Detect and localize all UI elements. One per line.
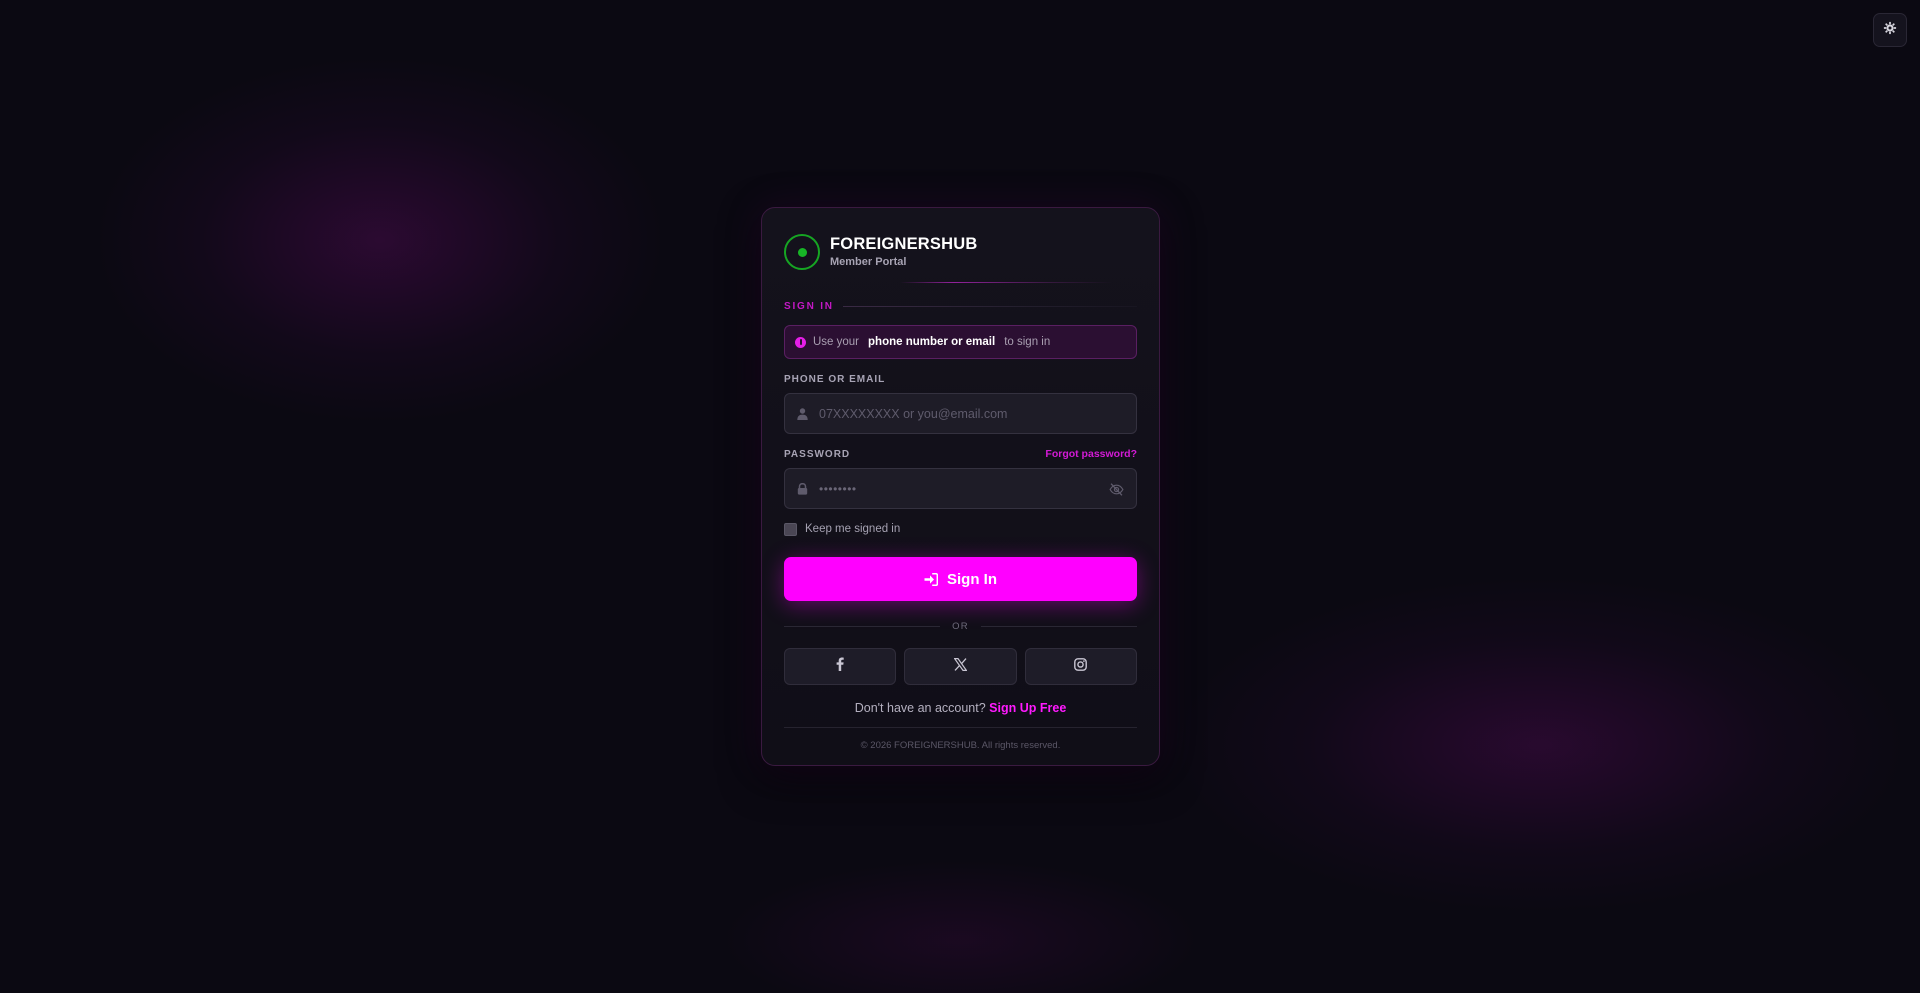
password-placeholder: •••••••• bbox=[819, 481, 857, 496]
remember-checkbox[interactable] bbox=[784, 522, 797, 536]
identifier-label: PHONE OR EMAIL bbox=[784, 374, 886, 385]
hint-prefix: Use your bbox=[813, 336, 860, 348]
background-glow bbox=[720, 860, 1200, 993]
password-group: PASSWORD Forgot password? •••••••• bbox=[784, 448, 1137, 509]
brand-header: FOREIGNERSHUB Member Portal bbox=[784, 232, 1137, 272]
identifier-group: PHONE OR EMAIL 07XXXXXXXX or you@email.c… bbox=[784, 374, 1137, 434]
identifier-placeholder: 07XXXXXXXX or you@email.com bbox=[819, 406, 1008, 421]
brand-name: FOREIGNERSHUB bbox=[830, 235, 978, 253]
identifier-field[interactable]: 07XXXXXXXX or you@email.com bbox=[784, 393, 1137, 434]
sign-in-label: Sign In bbox=[947, 570, 997, 588]
sign-in-button[interactable]: Sign In bbox=[784, 557, 1137, 601]
logo-dot bbox=[797, 247, 807, 257]
signup-link[interactable]: Sign Up Free bbox=[989, 701, 1066, 715]
facebook-login-button[interactable] bbox=[784, 648, 897, 685]
or-divider: OR bbox=[784, 620, 1137, 632]
signup-prompt: Don't have an account? Sign Up Free bbox=[784, 701, 1137, 717]
lock-icon bbox=[796, 482, 808, 495]
x-icon bbox=[953, 657, 968, 676]
sign-in-hint: Use your phone number or email to sign i… bbox=[784, 325, 1137, 359]
brand-subtitle: Member Portal bbox=[830, 256, 907, 268]
info-icon bbox=[795, 336, 806, 348]
social-login-row bbox=[784, 648, 1137, 685]
sign-in-icon bbox=[924, 572, 938, 586]
hint-suffix: to sign in bbox=[1004, 336, 1051, 348]
instagram-icon bbox=[1074, 657, 1088, 676]
eye-slash-icon[interactable] bbox=[1109, 482, 1124, 497]
divider-line bbox=[980, 625, 1137, 627]
login-card: FOREIGNERSHUB Member Portal SIGN IN Use … bbox=[761, 207, 1160, 766]
background-glow bbox=[100, 60, 660, 420]
brand-text: FOREIGNERSHUB Member Portal bbox=[830, 234, 977, 270]
user-icon bbox=[796, 407, 808, 420]
password-field[interactable]: •••••••• bbox=[784, 468, 1137, 509]
hint-emphasis: phone number or email bbox=[868, 336, 996, 348]
gear-icon bbox=[1883, 21, 1897, 40]
forgot-password-link[interactable]: Forgot password? bbox=[1045, 448, 1137, 460]
section-title: SIGN IN bbox=[784, 300, 834, 312]
copyright-text: © 2026 FOREIGNERSHUB. All rights reserve… bbox=[860, 740, 1061, 751]
remember-me: Keep me signed in bbox=[784, 522, 1137, 536]
password-label-row: PASSWORD Forgot password? bbox=[784, 448, 1137, 460]
divider-line bbox=[784, 625, 941, 627]
x-login-button[interactable] bbox=[904, 648, 1017, 685]
instagram-login-button[interactable] bbox=[1024, 648, 1137, 685]
password-label: PASSWORD bbox=[784, 448, 851, 460]
background-glow bbox=[1180, 580, 1900, 910]
brand-divider bbox=[900, 282, 1113, 283]
section-divider bbox=[842, 305, 1137, 307]
footer-divider bbox=[784, 727, 1137, 728]
theme-toggle-button[interactable] bbox=[1873, 13, 1907, 47]
brand-logo bbox=[784, 234, 820, 270]
facebook-icon bbox=[836, 657, 844, 676]
remember-label: Keep me signed in bbox=[805, 523, 901, 535]
signup-text: Don't have an account? bbox=[854, 701, 986, 715]
section-header: SIGN IN bbox=[784, 300, 1137, 312]
or-text: OR bbox=[952, 620, 969, 632]
